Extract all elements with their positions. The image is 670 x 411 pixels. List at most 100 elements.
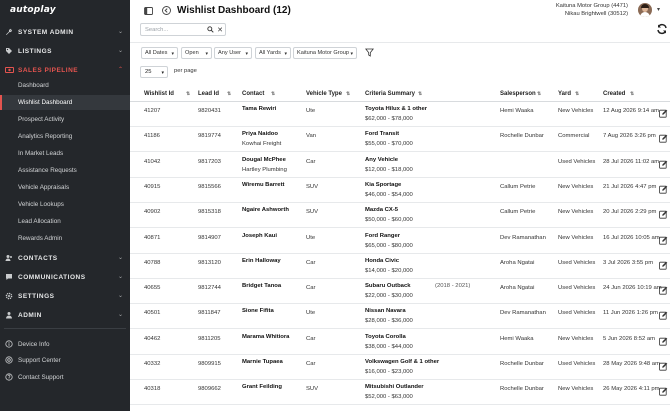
contact-name-link[interactable]: Priya Naidoo (242, 131, 278, 137)
wishlist-id-cell: 41207 (144, 108, 161, 114)
nav-listings[interactable]: LISTINGS ⌄ (0, 44, 130, 58)
contact-name-link[interactable]: Marnie Tupaea (242, 359, 283, 365)
table-row[interactable]: 41042 9817203 Dougal McPhee Hartley Plumbin… (130, 153, 670, 178)
nav-system-admin[interactable]: SYSTEM ADMIN ⌄ (0, 25, 130, 39)
edit-icon[interactable] (659, 210, 668, 219)
date-filter-select[interactable]: All Dates ▾ (141, 47, 178, 59)
table-row[interactable]: 40462 9811205 Marama Whitiora Car Toyota Cor… (130, 330, 670, 355)
contact-name-link[interactable]: Erin Halloway (242, 258, 281, 264)
contact-name-link[interactable]: Wiremu Barrett (242, 182, 285, 188)
sidebar-item-prospect-activity[interactable]: Prospect Activity (0, 112, 130, 127)
sidebar-item-wishlist-dashboard[interactable]: Wishlist Dashboard (0, 95, 130, 110)
sidebar-toggle-icon[interactable] (143, 5, 154, 16)
nav-admin[interactable]: ADMIN ⌄ (0, 308, 130, 322)
contact-name-link[interactable]: Ngaire Ashworth (242, 207, 289, 213)
table-row[interactable]: 40655 9812744 Bridget Tanoa Car Subaru Outba… (130, 279, 670, 305)
nav-contacts[interactable]: CONTACTS ⌄ (0, 251, 130, 265)
user-info[interactable]: Kaituna Motor Group (4471) Nikau Brightw… (556, 2, 628, 18)
salesperson-cell: Rochelle Dunbar (500, 361, 544, 367)
nav-settings[interactable]: SETTINGS ⌄ (0, 289, 130, 303)
sidebar-item-vehicle-appraisals[interactable]: Vehicle Appraisals (0, 180, 130, 195)
edit-icon[interactable] (659, 261, 668, 270)
sort-icon: ⇅ (271, 91, 276, 97)
contact-name-link[interactable]: Tama Rewiri (242, 106, 276, 112)
table-row[interactable]: 40332 9809915 Marnie Tupaea Car Volkswagen G… (130, 355, 670, 380)
sidebar-item-dashboard[interactable]: Dashboard (0, 78, 130, 93)
table-row[interactable]: 40902 9815318 Ngaire Ashworth SUV Mazda CX-5… (130, 203, 670, 229)
edit-icon[interactable] (659, 337, 668, 346)
edit-icon[interactable] (659, 311, 668, 320)
table-row[interactable]: 40788 9813120 Erin Halloway Car Honda Civic $… (130, 254, 670, 279)
table-row[interactable]: 41207 9820431 Tama Rewiri Ute Toyota Hilux &… (130, 102, 670, 127)
brand-logo[interactable]: autoplay (0, 0, 130, 20)
sidebar-item-analytics-reporting[interactable]: Analytics Reporting (0, 129, 130, 144)
criteria-title-cell: Ford Ranger (365, 232, 401, 239)
sidebar-item-vehicle-lookups[interactable]: Vehicle Lookups (0, 197, 130, 212)
wishlist-id-cell: 40788 (144, 259, 161, 266)
yard-cell: Used Vehicles (558, 361, 596, 367)
nav-sales-pipeline[interactable]: SALES PIPELINE ⌃ (0, 63, 130, 77)
page-title: Wishlist Dashboard (12) (177, 5, 291, 16)
edit-icon[interactable] (659, 134, 668, 143)
criteria-price-cell: $16,000 - $23,000 (365, 369, 413, 375)
edit-icon[interactable] (659, 387, 668, 396)
criteria-title-cell: Toyota Corolla (365, 333, 406, 340)
vehicle-type-cell: Car (306, 285, 316, 292)
contact-company-cell: Hartley Plumbing (242, 166, 287, 173)
contact-name-link[interactable]: Bridget Tanoa (242, 283, 281, 289)
criteria-price-cell: $52,000 - $63,000 (365, 394, 413, 401)
group-filter-select[interactable]: Kaituna Motor Group ▾ (293, 47, 357, 59)
edit-icon[interactable] (659, 160, 668, 169)
back-arrow-icon[interactable] (161, 5, 172, 16)
edit-icon[interactable] (659, 362, 668, 371)
status-filter-select[interactable]: Open ▾ (181, 47, 212, 59)
edit-icon[interactable] (659, 185, 668, 194)
col-salesperson[interactable]: Salesperson ⇅ (500, 91, 541, 97)
salesperson-cell: Aroha Ngatai (500, 285, 535, 292)
filter-funnel-icon[interactable] (363, 46, 376, 59)
clear-search-icon[interactable]: ✕ (216, 26, 224, 34)
nav-communications[interactable]: COMMUNICATIONS ⌄ (0, 270, 130, 284)
contact-name-link[interactable]: Dougal McPhee (242, 157, 286, 163)
yard-filter-select[interactable]: All Yards ▾ (255, 47, 291, 59)
sidebar-item-rewards-admin[interactable]: Rewards Admin (0, 231, 130, 246)
user-filter-select[interactable]: Any User ▾ (214, 47, 252, 59)
search-input[interactable] (141, 26, 205, 33)
created-cell: 28 Jul 2026 11:02 am (603, 158, 660, 165)
search-icon[interactable] (206, 26, 214, 34)
refresh-icon[interactable] (656, 23, 668, 35)
col-created[interactable]: Created ⇅ (603, 91, 634, 97)
col-contact[interactable]: Contact ⇅ (242, 91, 275, 97)
table-row[interactable]: 41186 9819774 Priya Naidoo Kowhai Freight Va… (130, 127, 670, 153)
contact-support-link[interactable]: Contact Support (0, 370, 130, 384)
col-vehicle-type[interactable]: Vehicle Type ⇅ (306, 91, 350, 97)
sidebar-item-assistance-requests[interactable]: Assistance Requests (0, 163, 130, 178)
sidebar-divider (4, 328, 126, 329)
edit-icon[interactable] (659, 286, 668, 295)
device-info-link[interactable]: Device Info (0, 337, 130, 351)
sidebar-item-in-market-leads[interactable]: In Market Leads (0, 146, 130, 161)
criteria-price-cell: $12,000 - $18,000 (365, 166, 413, 173)
per-page-select[interactable]: 25 ▾ (140, 66, 168, 78)
contact-name-link[interactable]: Marama Whitiora (242, 334, 289, 340)
col-lead-id[interactable]: Lead Id ⇅ (198, 91, 231, 97)
sidebar-item-lead-allocation[interactable]: Lead Allocation (0, 214, 130, 229)
avatar[interactable] (638, 3, 652, 17)
edit-icon[interactable] (659, 109, 668, 118)
table-row[interactable]: 40318 9809662 Grant Feilding SUV Mitsubishi … (130, 380, 670, 406)
col-criteria-summary[interactable]: Criteria Summary ⇅ (365, 91, 422, 97)
table-row[interactable]: 40501 9811847 Sione Fifita Ute Nissan Navara… (130, 304, 670, 330)
contact-name-link[interactable]: Joseph Kaui (242, 233, 277, 239)
col-yard[interactable]: Yard ⇅ (558, 91, 579, 97)
support-center-link[interactable]: Support Center (0, 353, 130, 367)
user-menu-caret-icon[interactable]: ▾ (657, 6, 660, 13)
created-cell: 7 Aug 2026 3:26 pm (603, 133, 656, 140)
table-row[interactable]: 40871 9814907 Joseph Kaui Ute Ford Ranger $65… (130, 229, 670, 254)
chevron-down-icon: ⌄ (117, 29, 123, 35)
col-wishlist-id[interactable]: Wishlist Id ⇅ (144, 91, 190, 97)
table-row[interactable]: 40915 9815566 Wiremu Barrett SUV Kia Sportag… (130, 178, 670, 203)
contact-name-link[interactable]: Grant Feilding (242, 384, 282, 390)
contact-name-link[interactable]: Sione Fifita (242, 308, 274, 314)
edit-icon[interactable] (659, 236, 668, 245)
yard-cell: New Vehicles (558, 335, 594, 342)
